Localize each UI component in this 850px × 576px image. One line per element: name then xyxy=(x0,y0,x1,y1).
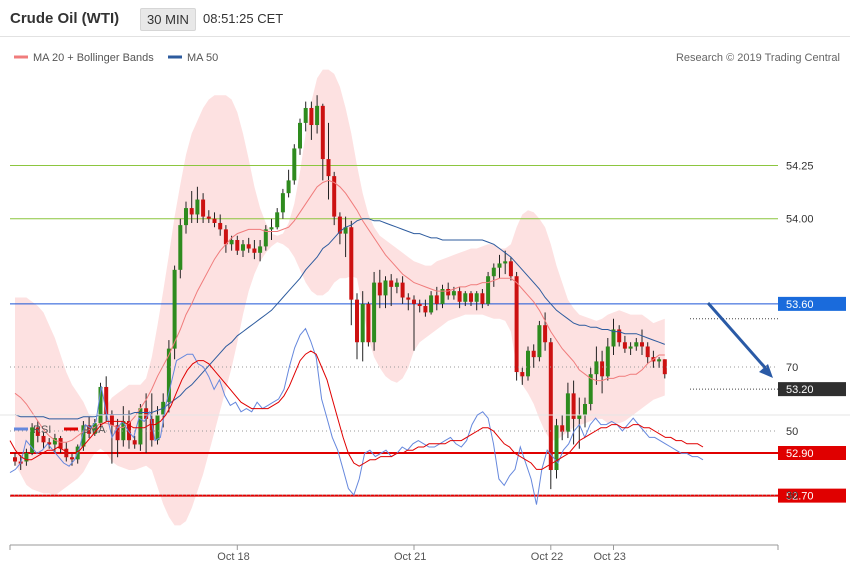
candle-body xyxy=(383,280,388,296)
candle-body xyxy=(269,227,274,230)
candle-body xyxy=(474,293,479,302)
candle-body xyxy=(252,248,257,253)
candle-body xyxy=(201,199,206,217)
candle-body xyxy=(389,280,394,287)
candle-body xyxy=(109,414,114,426)
candle-body xyxy=(548,342,553,471)
candle-body xyxy=(486,276,491,304)
candle-body xyxy=(195,199,200,215)
candle-body xyxy=(13,457,17,462)
candle-body xyxy=(469,293,473,302)
candle-body xyxy=(628,346,633,349)
candle-body xyxy=(480,293,485,304)
candle-body xyxy=(326,159,331,177)
candle-body xyxy=(463,293,468,302)
candle-body xyxy=(497,263,502,268)
candle-body xyxy=(155,414,160,441)
candle-body xyxy=(594,361,599,375)
support-label: 52.90 xyxy=(786,448,814,460)
copyright-text: Research © 2019 Trading Central xyxy=(676,52,840,64)
x-tick-label: Oct 22 xyxy=(531,551,563,563)
ma50-legend-label: MA 50 xyxy=(187,52,218,64)
candle-body xyxy=(423,306,428,313)
candle-body xyxy=(446,288,451,296)
candle-body xyxy=(355,299,359,343)
rsi-tick-label: 30 xyxy=(786,490,798,502)
candle-body xyxy=(657,359,662,362)
candle-body xyxy=(178,225,183,270)
candle-body xyxy=(508,261,513,277)
level-labels: 54.2554.0053.6053.2052.9052.70 xyxy=(778,160,846,503)
candle-body xyxy=(520,372,525,377)
candle-body xyxy=(491,267,496,277)
candle-body xyxy=(298,122,302,149)
rsi-legend-label: RSI xyxy=(33,424,51,436)
candle-body xyxy=(275,212,280,228)
candle-body xyxy=(526,350,530,377)
candle-body xyxy=(280,193,285,213)
candle-body xyxy=(286,180,291,194)
candle-body xyxy=(138,408,143,445)
candle-body xyxy=(531,350,536,358)
ma20-legend-label: MA 20 + Bollinger Bands xyxy=(33,52,154,64)
candle-body xyxy=(366,303,371,343)
candle-body xyxy=(622,342,627,349)
candle-body xyxy=(605,346,610,377)
candle-body xyxy=(429,295,434,313)
x-tick-label: Oct 21 xyxy=(394,551,426,563)
candle-body xyxy=(246,244,251,249)
candle-body xyxy=(258,246,263,253)
candle-body xyxy=(303,107,308,123)
candle-body xyxy=(377,282,382,296)
candle-body xyxy=(70,457,74,460)
price-chart-svg: MA 20 + Bollinger Bands MA 50 Research ©… xyxy=(0,52,850,563)
candle-body xyxy=(172,269,177,349)
candle-body xyxy=(434,295,439,304)
candle-body xyxy=(394,282,399,287)
candle-body xyxy=(565,393,570,432)
candle-body xyxy=(412,299,416,304)
candle-body xyxy=(349,227,354,300)
candle-body xyxy=(400,282,405,298)
x-tick-label: Oct 18 xyxy=(217,551,249,563)
candle-body xyxy=(212,218,217,223)
candle-body xyxy=(229,240,234,245)
x-axis: Oct 18 Oct 21 Oct 22 Oct 23 xyxy=(9,544,779,563)
rsi-tick-label: 70 xyxy=(786,362,798,374)
candle-body xyxy=(406,297,411,300)
candle-body xyxy=(184,208,188,226)
resistance-label: 54.25 xyxy=(786,160,814,172)
candle-body xyxy=(543,325,548,343)
projection-arrow xyxy=(706,302,773,378)
candle-body xyxy=(132,440,137,445)
candle-body xyxy=(645,346,650,358)
resistance-label: 54.00 xyxy=(786,214,814,226)
candle-body xyxy=(372,282,377,343)
candle-body xyxy=(634,342,639,347)
pivot-label: 53.60 xyxy=(786,299,814,311)
rsi-tick-label: 50 xyxy=(786,426,798,438)
candle-body xyxy=(41,435,46,443)
candle-body xyxy=(189,208,194,215)
candle-body xyxy=(583,403,587,415)
candle-body xyxy=(206,216,211,219)
last-price-label: 53.20 xyxy=(786,384,814,396)
candle-body xyxy=(360,303,365,343)
candle-body xyxy=(218,222,223,230)
candle-body xyxy=(451,291,456,296)
candle-body xyxy=(309,107,314,126)
candle-body xyxy=(503,261,508,264)
candle-body xyxy=(514,276,519,373)
candle-body xyxy=(537,325,542,358)
candle-body xyxy=(235,240,240,251)
x-tick-label: Oct 23 xyxy=(594,551,626,563)
candle-body xyxy=(320,105,325,160)
candle-body xyxy=(417,303,422,307)
candle-body xyxy=(640,342,644,347)
candle-body xyxy=(600,361,605,377)
candle-body xyxy=(457,291,462,302)
candle-body xyxy=(241,244,245,251)
candle-body xyxy=(292,148,297,181)
candle-body xyxy=(315,105,320,126)
